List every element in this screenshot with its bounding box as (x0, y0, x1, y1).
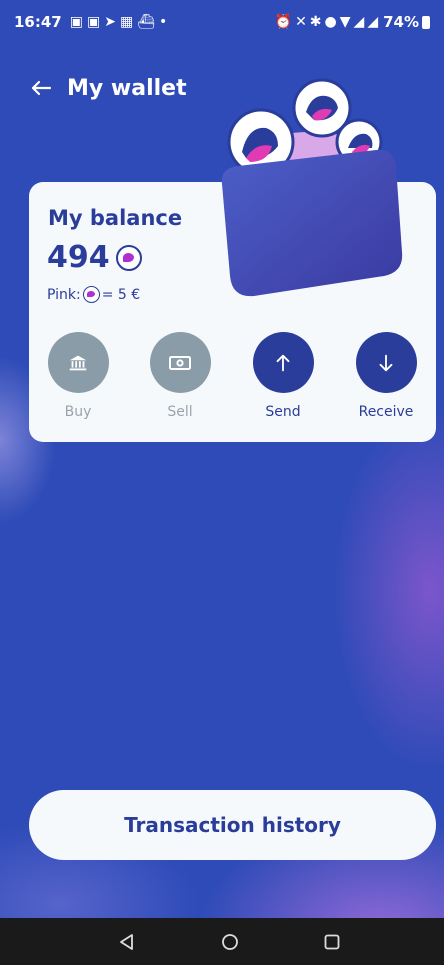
buy-button[interactable]: Buy (43, 332, 113, 420)
rate-prefix: Pink: (47, 286, 81, 303)
wifi-icon: ▼ (339, 14, 354, 30)
notification-icons: ▣▣➤▦⛴• (70, 14, 171, 30)
recents-square-icon (324, 934, 340, 950)
banknote-icon (169, 355, 191, 370)
arrow-down-icon (379, 354, 393, 371)
wallet-actions: Buy Sell Send Receive (29, 332, 436, 432)
mute-icon: ✕ (295, 14, 310, 30)
battery-icon (422, 15, 430, 29)
sell-button[interactable]: Sell (145, 332, 215, 420)
telegram-icon: ➤ (104, 14, 120, 30)
wallet-illustration (221, 78, 403, 297)
arrow-left-icon (31, 80, 52, 96)
balance-title: My balance (48, 206, 183, 230)
transaction-history-button[interactable]: Transaction history (29, 790, 436, 860)
status-time: 16:47 (14, 13, 62, 31)
alarm-icon: ⏰ (274, 14, 296, 30)
linkedin-icon: ▣ (86, 14, 105, 30)
page-title: My wallet (67, 75, 187, 101)
signal-icon: ◢ (353, 14, 368, 30)
back-button[interactable] (17, 66, 65, 110)
bluetooth-icon: ✱ (309, 14, 325, 30)
nav-home-button[interactable] (218, 930, 242, 954)
system-icons: ⏰✕✱●▼◢◢ (275, 14, 381, 30)
arrow-up-icon (276, 354, 290, 371)
signal-icon: ◢ (367, 14, 382, 30)
system-nav-bar (0, 918, 444, 965)
sell-label: Sell (167, 404, 193, 420)
receive-label: Receive (358, 404, 414, 420)
exchange-rate: Pink: = 5 € (47, 286, 140, 303)
boat-icon: ⛴ (137, 14, 159, 30)
send-button[interactable]: Send (248, 332, 318, 420)
nav-back-button[interactable] (115, 930, 139, 954)
rate-suffix: = 5 € (101, 286, 141, 303)
status-bar: 16:47 ▣▣➤▦⛴• ⏰✕✱●▼◢◢ 74% (0, 0, 444, 44)
location-icon: ● (324, 14, 340, 30)
calendar-icon: ▦ (119, 14, 138, 30)
receive-button[interactable]: Receive (351, 332, 421, 420)
pink-coin-icon (82, 286, 100, 303)
battery-percent: 74% (383, 13, 419, 31)
balance-amount-value: 494 (47, 240, 110, 275)
dot-icon: • (158, 14, 172, 30)
pink-coin-icon (115, 244, 142, 271)
send-label: Send (265, 404, 301, 420)
back-triangle-icon (120, 934, 133, 950)
balance-amount: 494 (47, 240, 142, 275)
nav-recents-button[interactable] (320, 930, 344, 954)
teams-icon: ▣ (69, 14, 87, 30)
bank-icon (69, 355, 87, 370)
home-circle-icon (222, 934, 238, 950)
buy-label: Buy (64, 404, 92, 420)
